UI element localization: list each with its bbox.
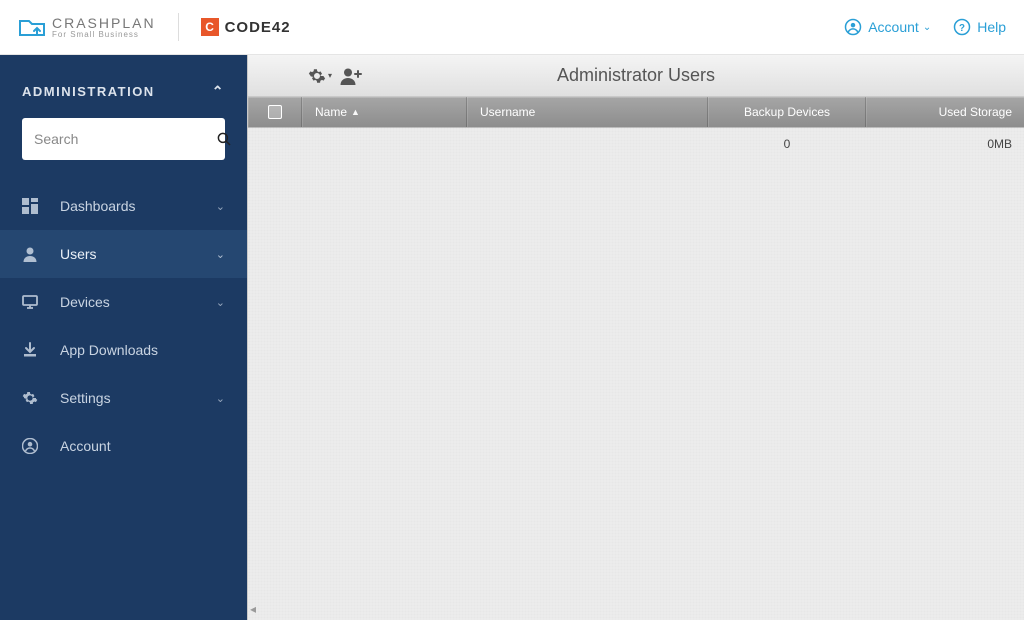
add-user-icon [340,67,362,85]
divider [178,13,179,41]
select-all-checkbox[interactable] [268,105,282,119]
sidebar-item-users[interactable]: Users ⌄ [0,230,247,278]
download-icon [22,342,40,358]
sidebar-header[interactable]: ADMINISTRATION ⌃ [0,55,247,118]
sort-asc-icon: ▲ [351,107,360,117]
page-title: Administrator Users [557,65,715,86]
cell-backup-devices: 0 [708,137,866,151]
sidebar-item-dashboards[interactable]: Dashboards ⌄ [0,182,247,230]
chevron-down-icon: ⌄ [216,392,225,405]
sidebar-item-label: Users [60,246,97,262]
help-link-label: Help [977,19,1006,35]
help-icon: ? [953,18,971,36]
chevron-down-icon: ⌄ [923,22,931,33]
account-menu[interactable]: Account ⌄ [844,18,931,36]
account-circle-icon [844,18,862,36]
sidebar-item-downloads[interactable]: App Downloads [0,326,247,374]
sidebar-item-devices[interactable]: Devices ⌄ [0,278,247,326]
table-header: Name ▲ Username Backup Devices Used Stor… [248,97,1024,127]
sidebar-item-label: Dashboards [60,198,136,214]
search-icon[interactable] [215,130,233,148]
help-link[interactable]: ? Help [953,18,1006,36]
code42-logo-text: CODE42 [225,19,291,36]
dashboard-icon [22,198,40,214]
crashplan-logo-text: CRASHPLAN [52,16,156,30]
cell-used-storage: 0MB [866,137,1024,151]
column-username[interactable]: Username [467,97,708,127]
table-row[interactable]: 0 0MB [248,127,1024,161]
sidebar-collapse-handle[interactable]: ◂ [248,602,256,616]
account-menu-label: Account [868,19,919,35]
column-backup-devices[interactable]: Backup Devices [708,97,866,127]
user-icon [22,246,40,262]
settings-action-button[interactable]: ▾ [308,67,332,85]
column-name[interactable]: Name ▲ [302,97,467,127]
dropdown-caret-icon: ▾ [328,71,332,80]
column-used-storage[interactable]: Used Storage [866,97,1024,127]
add-user-button[interactable] [340,67,362,85]
gear-icon [22,390,40,406]
svg-text:?: ? [959,23,965,34]
main-content: ▾ Administrator Users Name ▲ Username Ba… [247,55,1024,620]
sidebar-item-label: Account [60,438,111,454]
sidebar-item-label: Settings [60,390,111,406]
sidebar-item-settings[interactable]: Settings ⌄ [0,374,247,422]
chevron-up-icon[interactable]: ⌃ [212,83,225,100]
chevron-down-icon: ⌄ [216,200,225,213]
gear-icon [308,67,326,85]
top-bar: CRASHPLAN For Small Business C CODE42 Ac… [0,0,1024,55]
sidebar-item-label: Devices [60,294,110,310]
sidebar-header-label: ADMINISTRATION [22,84,155,99]
code42-logo-icon: C [201,18,219,36]
sidebar-item-account[interactable]: Account [0,422,247,470]
monitor-icon [22,294,40,310]
chevron-down-icon: ⌄ [216,248,225,261]
crashplan-logo[interactable]: CRASHPLAN For Small Business [18,16,156,39]
search-input[interactable] [34,131,215,147]
select-all-header[interactable] [248,97,302,127]
chevron-down-icon: ⌄ [216,296,225,309]
sidebar-nav: Dashboards ⌄ Users ⌄ Devices ⌄ App Downl… [0,182,247,470]
content-toolbar: ▾ Administrator Users [248,55,1024,97]
crashplan-folder-icon [18,17,46,37]
crashplan-logo-subtext: For Small Business [52,31,156,39]
sidebar: ADMINISTRATION ⌃ Dashboards ⌄ Users ⌄ [0,55,247,620]
sidebar-item-label: App Downloads [60,342,158,358]
code42-logo[interactable]: C CODE42 [201,18,291,36]
account-icon [22,438,40,454]
search-box[interactable] [22,118,225,160]
